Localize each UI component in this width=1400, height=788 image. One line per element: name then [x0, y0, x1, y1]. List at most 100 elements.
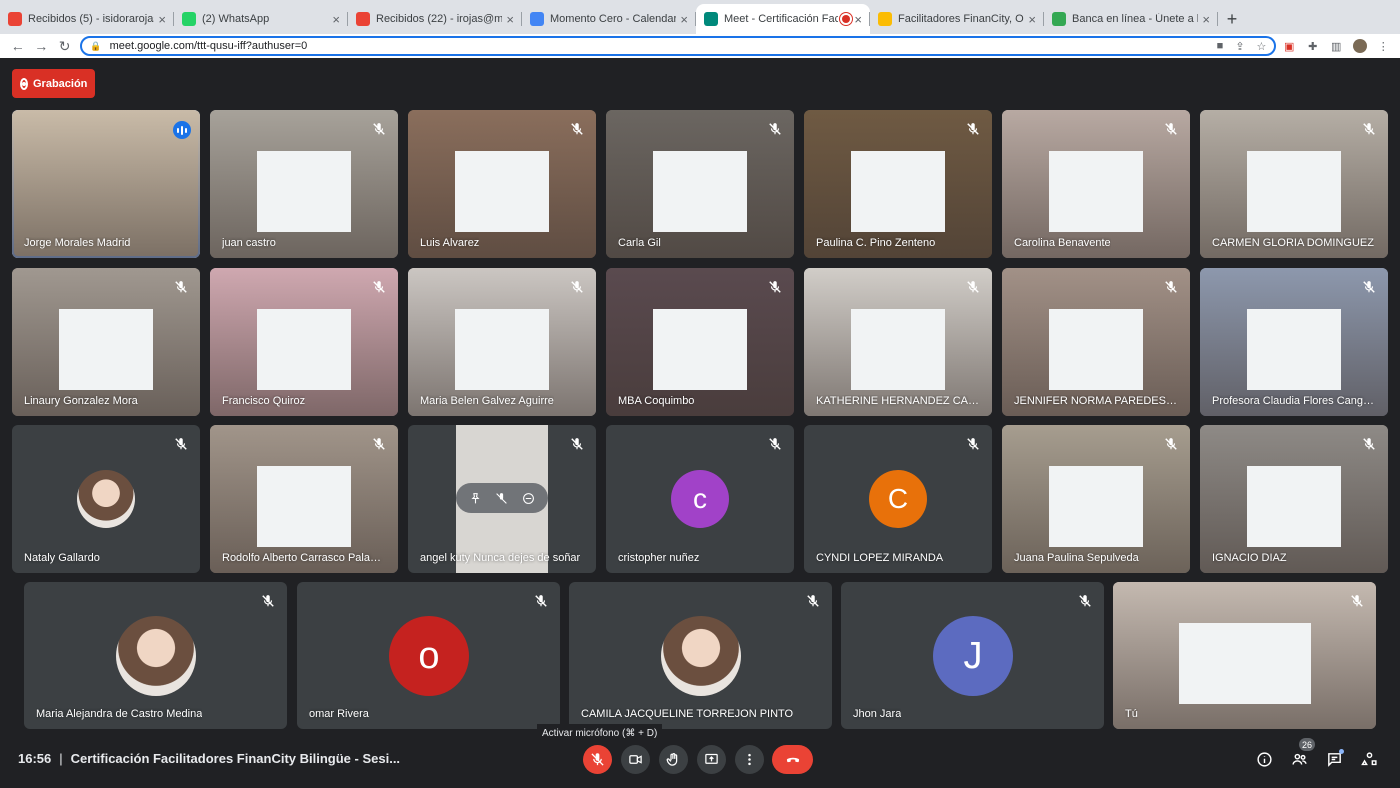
- profile-avatar[interactable]: [1349, 36, 1371, 56]
- participant-tile[interactable]: Luis Alvarez: [408, 110, 596, 258]
- participant-tile[interactable]: Maria Alejandra de Castro Medina: [24, 582, 287, 729]
- participant-tile[interactable]: Francisco Quiroz: [210, 268, 398, 416]
- reload-icon[interactable]: ↻: [53, 36, 76, 56]
- participant-tile[interactable]: o omar Rivera: [297, 582, 560, 729]
- participant-video: [1200, 425, 1388, 573]
- gmail-icon: [8, 12, 22, 26]
- address-bar[interactable]: 🔒 meet.google.com/ttt-qusu-iff?authuser=…: [80, 36, 1277, 56]
- held-paper: [653, 151, 747, 232]
- participant-tile[interactable]: c cristopher nuñez: [606, 425, 794, 573]
- participant-tile[interactable]: Juana Paulina Sepulveda: [1002, 425, 1190, 573]
- tab-close-icon[interactable]: ×: [680, 12, 688, 27]
- present-screen-button[interactable]: [697, 745, 726, 774]
- more-options-button[interactable]: [735, 745, 764, 774]
- participant-name: Linaury Gonzalez Mora: [24, 395, 138, 407]
- participant-avatar-photo: [661, 616, 741, 696]
- forward-icon[interactable]: →: [29, 36, 52, 56]
- participant-name: MBA Coquimbo: [618, 395, 695, 407]
- puzzle-icon[interactable]: ✚: [1302, 36, 1324, 56]
- muted-mic-icon: [1362, 437, 1376, 451]
- participant-tile[interactable]: Maria Belen Galvez Aguirre: [408, 268, 596, 416]
- muted-mic-icon: [1078, 594, 1092, 608]
- meeting-time: 16:56: [18, 751, 52, 766]
- camera-toggle-button[interactable]: [621, 745, 650, 774]
- browser-tab[interactable]: Recibidos (5) - isidorarojas@gmail.com ×: [0, 4, 174, 34]
- share-icon[interactable]: ⇪: [1235, 40, 1244, 53]
- tab-close-icon[interactable]: ×: [506, 12, 514, 27]
- tab-title: Recibidos (5) - isidorarojas@gmail.com: [28, 13, 154, 25]
- address-url[interactable]: meet.google.com/ttt-qusu-iff?authuser=0: [110, 40, 1217, 52]
- browser-tab[interactable]: (2) WhatsApp ×: [174, 4, 348, 34]
- participant-tile[interactable]: angel kuty Nunca dejes de soñar: [408, 425, 596, 573]
- tab-close-icon[interactable]: ×: [1028, 12, 1036, 27]
- participant-tile[interactable]: Jorge Morales Madrid: [12, 110, 200, 258]
- tab-close-icon[interactable]: ×: [158, 12, 166, 27]
- mute-participant-icon[interactable]: [495, 492, 508, 505]
- camera-indicator-icon[interactable]: ■: [1217, 40, 1224, 53]
- sidebar-icon[interactable]: ▥: [1325, 36, 1347, 56]
- held-paper: [455, 151, 549, 232]
- held-paper: [653, 309, 747, 390]
- participant-video: [1113, 582, 1376, 729]
- participant-name: juan castro: [222, 237, 276, 249]
- held-paper: [257, 466, 351, 547]
- participant-tile[interactable]: KATHERINE HERNANDEZ CASTILLO: [804, 268, 992, 416]
- participant-tile[interactable]: juan castro: [210, 110, 398, 258]
- meeting-details-button[interactable]: [1252, 747, 1276, 771]
- participant-name: Nataly Gallardo: [24, 552, 100, 564]
- present-icon: [705, 753, 718, 764]
- activities-button[interactable]: [1357, 747, 1381, 771]
- browser-tab[interactable]: Recibidos (22) - irojas@momentocero×: [348, 4, 522, 34]
- participant-tile[interactable]: Linaury Gonzalez Mora: [12, 268, 200, 416]
- participant-name: CYNDI LOPEZ MIRANDA: [816, 552, 944, 564]
- muted-mic-icon: [806, 594, 820, 608]
- tab-close-icon[interactable]: ×: [1202, 12, 1210, 27]
- browser-tab-bar: Recibidos (5) - isidorarojas@gmail.com×(…: [0, 0, 1400, 34]
- chat-notification-dot: [1339, 749, 1344, 754]
- new-tab-icon[interactable]: +: [1218, 4, 1246, 34]
- participant-tile[interactable]: C CYNDI LOPEZ MIRANDA: [804, 425, 992, 573]
- participant-tile[interactable]: Paulina C. Pino Zenteno: [804, 110, 992, 258]
- participant-tile[interactable]: IGNACIO DIAZ: [1200, 425, 1388, 573]
- tab-recording-icon: [842, 15, 851, 23]
- held-paper: [1247, 466, 1341, 547]
- menu-dots-icon[interactable]: ⋮: [1372, 36, 1394, 56]
- held-paper: [59, 309, 153, 390]
- tile-hover-controls: [456, 483, 548, 513]
- muted-mic-icon: [570, 122, 584, 136]
- remove-icon[interactable]: [522, 492, 535, 505]
- extension-icon[interactable]: ▣: [1278, 36, 1300, 56]
- participant-tile[interactable]: JENNIFER NORMA PAREDES GONZALEZ: [1002, 268, 1190, 416]
- participant-tile[interactable]: Profesora Claudia Flores Cangana: [1200, 268, 1388, 416]
- tab-close-icon[interactable]: ×: [854, 12, 862, 27]
- participant-tile[interactable]: CARMEN GLORIA DOMINGUEZ: [1200, 110, 1388, 258]
- pin-icon[interactable]: [469, 492, 482, 505]
- participant-name: Carolina Benavente: [1014, 237, 1111, 249]
- mic-toggle-button[interactable]: [583, 745, 612, 774]
- browser-tab[interactable]: Facilitadores FinanCity, Online ×: [870, 4, 1044, 34]
- participant-tile[interactable]: MBA Coquimbo: [606, 268, 794, 416]
- participant-tile[interactable]: Carolina Benavente: [1002, 110, 1190, 258]
- participant-tile[interactable]: Tú: [1113, 582, 1376, 729]
- participant-tile[interactable]: CAMILA JACQUELINE TORREJON PINTO: [569, 582, 832, 729]
- participant-tile[interactable]: Rodolfo Alberto Carrasco Palacios: [210, 425, 398, 573]
- held-paper: [257, 309, 351, 390]
- participant-tile[interactable]: J Jhon Jara: [841, 582, 1104, 729]
- participant-tile[interactable]: Nataly Gallardo: [12, 425, 200, 573]
- browser-tab[interactable]: Meet - Certificación Facilitadores ×: [696, 4, 870, 34]
- participant-tile[interactable]: Carla Gil: [606, 110, 794, 258]
- meet-icon: [704, 12, 718, 26]
- call-end-icon: [786, 757, 799, 762]
- bookmark-star-icon[interactable]: ☆: [1257, 40, 1267, 53]
- raise-hand-button[interactable]: [659, 745, 688, 774]
- held-paper: [1049, 466, 1143, 547]
- financity-icon: [878, 12, 892, 26]
- browser-tab[interactable]: Banca en línea - Únete a los Gr ×: [1044, 4, 1218, 34]
- participant-avatar: o: [389, 616, 469, 696]
- tab-close-icon[interactable]: ×: [332, 12, 340, 27]
- participant-video: [1002, 110, 1190, 258]
- browser-tab[interactable]: Momento Cero - Calendar - Semana×: [522, 4, 696, 34]
- leave-call-button[interactable]: [772, 745, 813, 774]
- participant-video: [210, 110, 398, 258]
- back-icon[interactable]: ←: [6, 36, 29, 56]
